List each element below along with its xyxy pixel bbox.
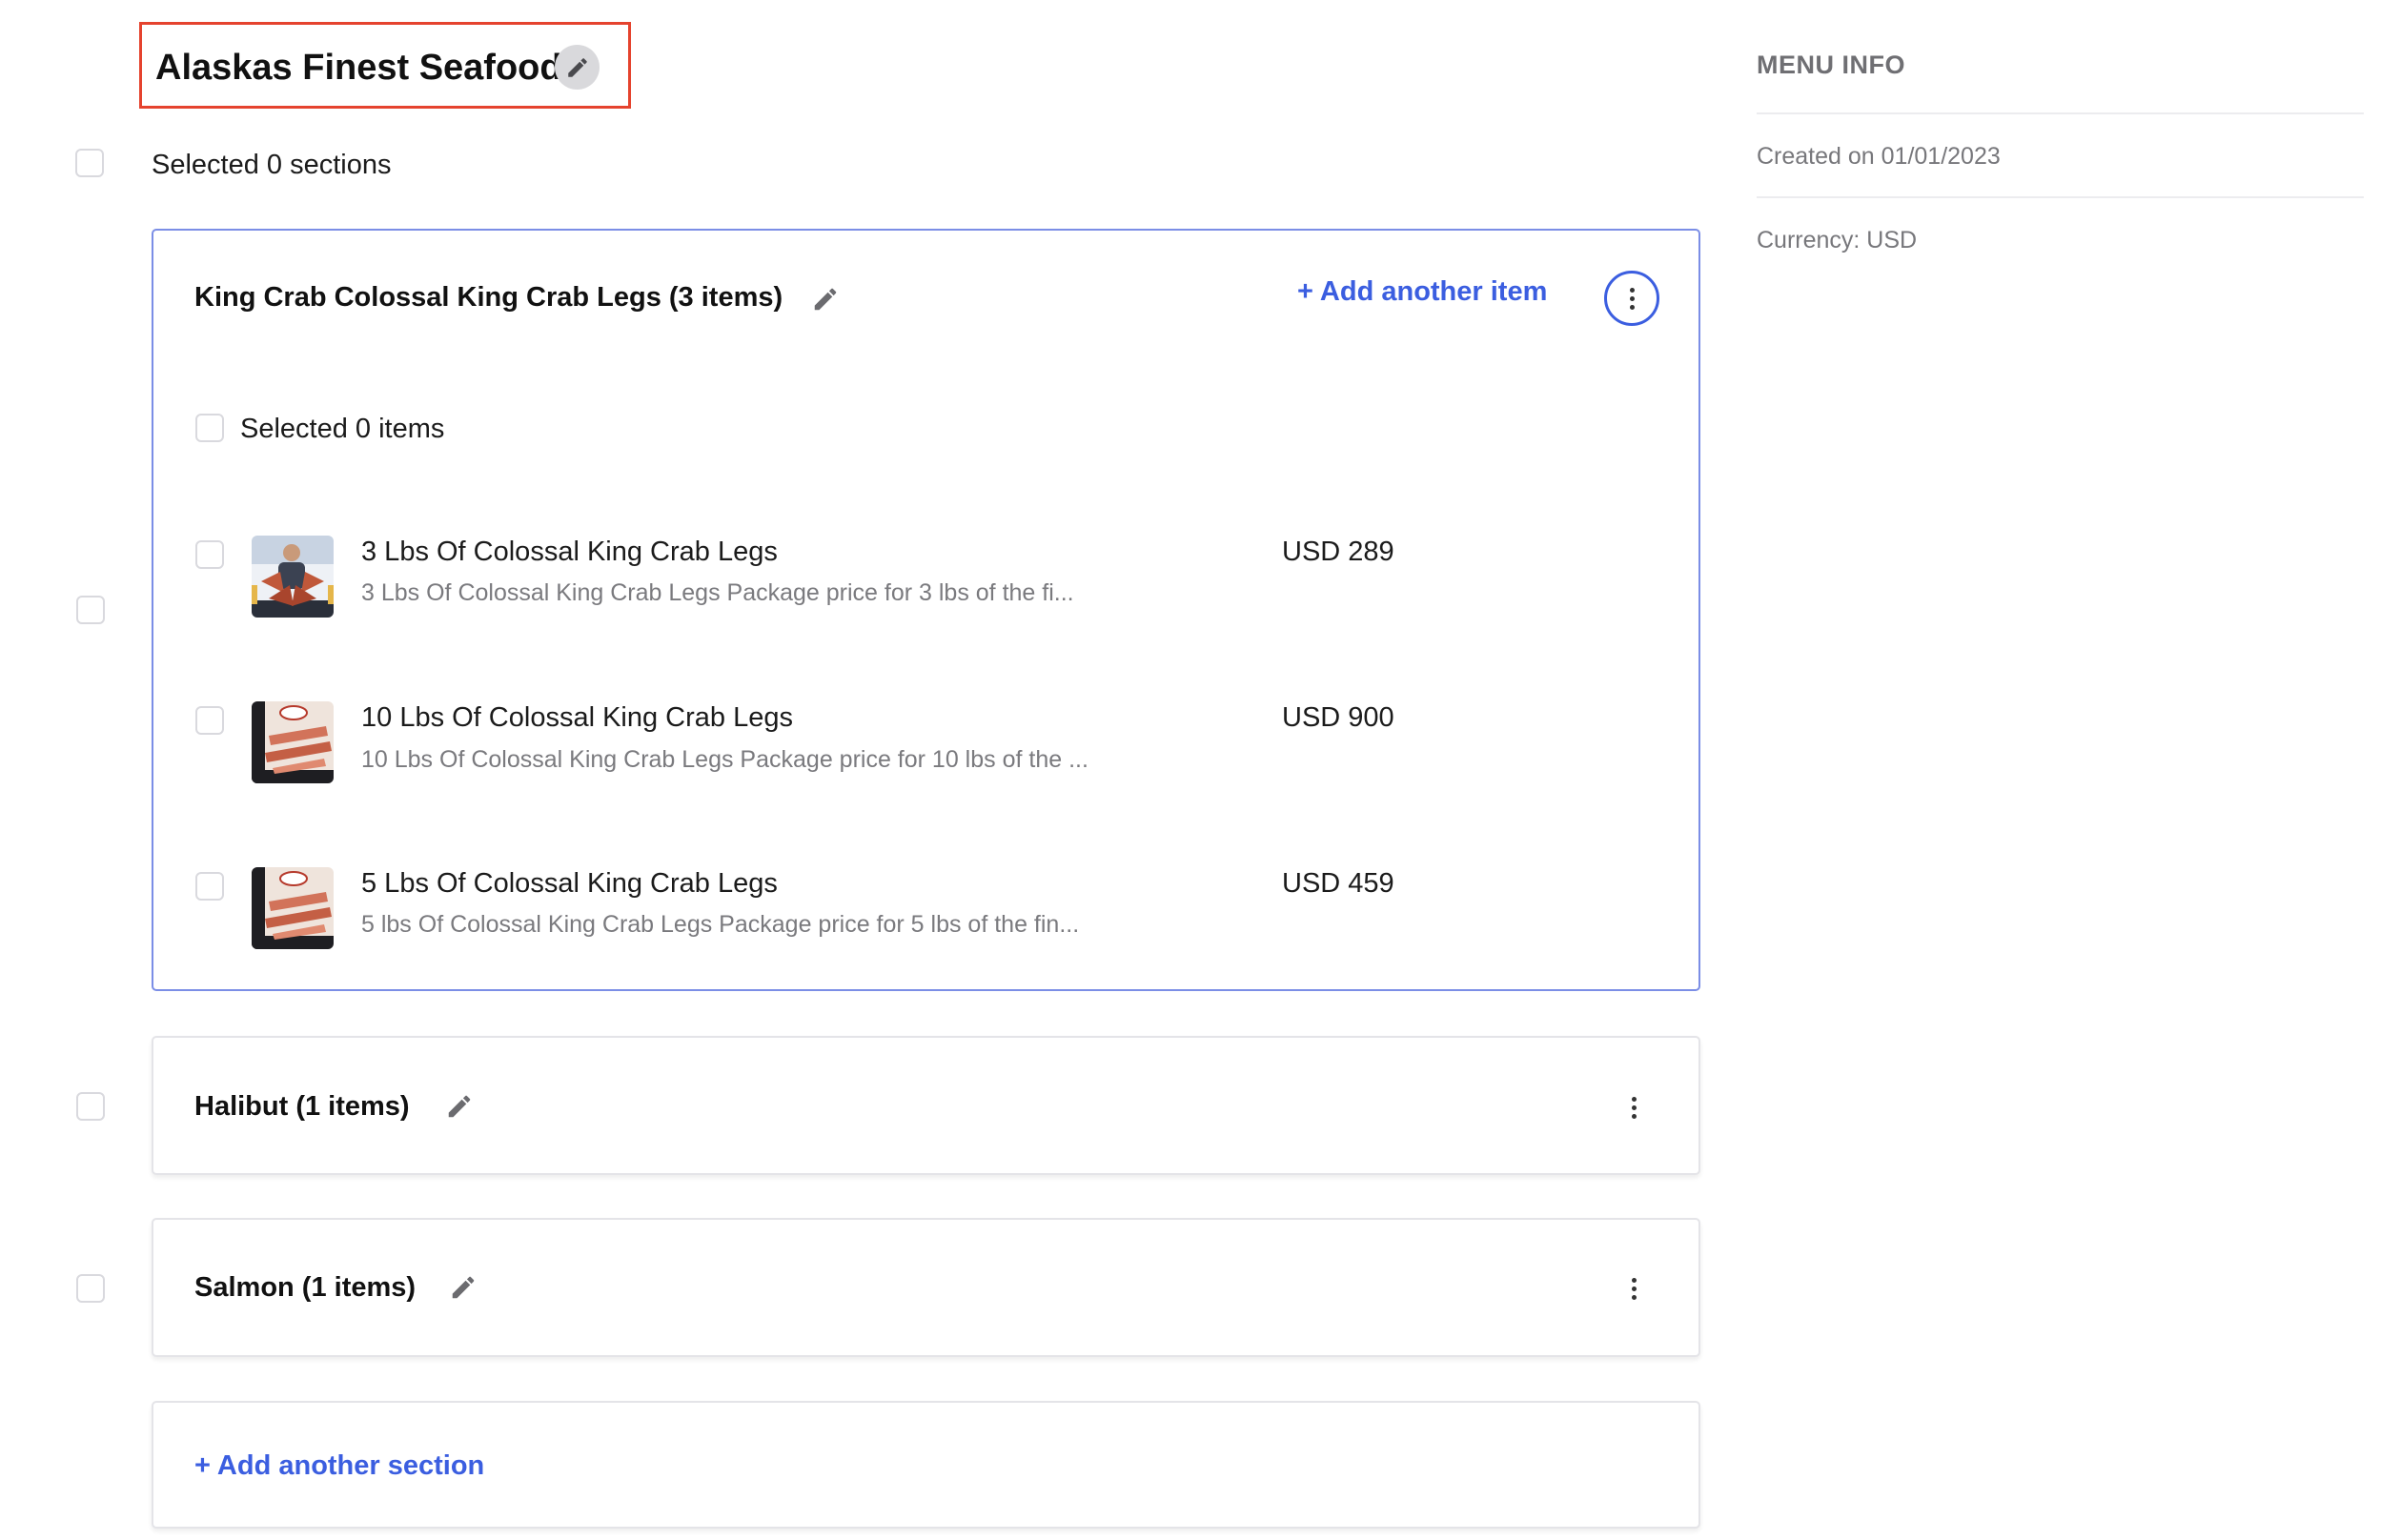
section-card-halibut[interactable]: Halibut (1 items) bbox=[152, 1036, 1700, 1175]
item-price: USD 289 bbox=[1282, 537, 1394, 567]
select-all-items-checkbox[interactable] bbox=[195, 414, 224, 442]
kebab-menu-icon bbox=[1631, 1277, 1637, 1300]
item-thumbnail bbox=[252, 867, 334, 949]
item-price: USD 900 bbox=[1282, 702, 1394, 733]
item-checkbox[interactable] bbox=[195, 540, 224, 569]
selected-items-count: Selected 0 items bbox=[240, 414, 445, 444]
section-checkbox-king-crab[interactable] bbox=[76, 596, 105, 624]
add-section-card: + Add another section bbox=[152, 1401, 1700, 1529]
king-crab-person-photo bbox=[252, 536, 334, 618]
section-checkbox-salmon[interactable] bbox=[76, 1274, 105, 1303]
section-title: King Crab Colossal King Crab Legs (3 ite… bbox=[194, 282, 783, 313]
item-checkbox[interactable] bbox=[195, 706, 224, 735]
add-another-section-button[interactable]: + Add another section bbox=[194, 1450, 484, 1482]
divider bbox=[1757, 112, 2364, 114]
add-another-item-button[interactable]: + Add another item bbox=[1297, 276, 1547, 308]
section-more-button[interactable] bbox=[1604, 271, 1659, 326]
edit-section-button[interactable] bbox=[811, 285, 840, 314]
item-description: 10 Lbs Of Colossal King Crab Legs Packag… bbox=[361, 746, 1088, 773]
menu-info-heading: MENU INFO bbox=[1757, 51, 1905, 79]
section-checkbox-halibut[interactable] bbox=[76, 1092, 105, 1121]
item-name: 5 Lbs Of Colossal King Crab Legs bbox=[361, 868, 778, 899]
item-description: 5 lbs Of Colossal King Crab Legs Package… bbox=[361, 911, 1080, 938]
menu-created-date: Created on 01/01/2023 bbox=[1757, 143, 2001, 170]
item-name: 10 Lbs Of Colossal King Crab Legs bbox=[361, 702, 793, 733]
edit-menu-title-button[interactable] bbox=[555, 45, 600, 90]
section-more-button[interactable] bbox=[1622, 1088, 1645, 1126]
item-checkbox[interactable] bbox=[195, 872, 224, 901]
section-card-salmon[interactable]: Salmon (1 items) bbox=[152, 1218, 1700, 1357]
pencil-icon bbox=[452, 1276, 475, 1299]
menu-currency: Currency: USD bbox=[1757, 227, 1918, 253]
menu-title-highlight: Alaskas Finest Seafood bbox=[139, 22, 631, 109]
menu-title: Alaskas Finest Seafood bbox=[155, 48, 562, 88]
king-crab-legs-photo bbox=[252, 867, 334, 949]
item-thumbnail bbox=[252, 701, 334, 783]
kebab-menu-icon bbox=[1631, 1096, 1637, 1119]
section-title: Halibut (1 items) bbox=[194, 1091, 410, 1122]
item-description: 3 Lbs Of Colossal King Crab Legs Package… bbox=[361, 579, 1074, 606]
item-price: USD 459 bbox=[1282, 868, 1394, 899]
section-more-button[interactable] bbox=[1622, 1269, 1645, 1307]
kebab-menu-icon bbox=[1629, 287, 1635, 310]
edit-section-button[interactable] bbox=[449, 1273, 478, 1302]
pencil-icon bbox=[448, 1095, 471, 1118]
item-thumbnail bbox=[252, 536, 334, 618]
selected-sections-count: Selected 0 sections bbox=[152, 150, 392, 180]
pencil-icon bbox=[567, 57, 587, 77]
section-title: Salmon (1 items) bbox=[194, 1272, 417, 1303]
divider bbox=[1757, 196, 2364, 198]
edit-section-button[interactable] bbox=[445, 1092, 474, 1121]
king-crab-legs-photo bbox=[252, 701, 334, 783]
pencil-icon bbox=[814, 288, 837, 311]
section-card-king-crab: King Crab Colossal King Crab Legs (3 ite… bbox=[152, 229, 1700, 991]
item-name: 3 Lbs Of Colossal King Crab Legs bbox=[361, 537, 778, 567]
select-all-sections-checkbox[interactable] bbox=[75, 149, 104, 177]
